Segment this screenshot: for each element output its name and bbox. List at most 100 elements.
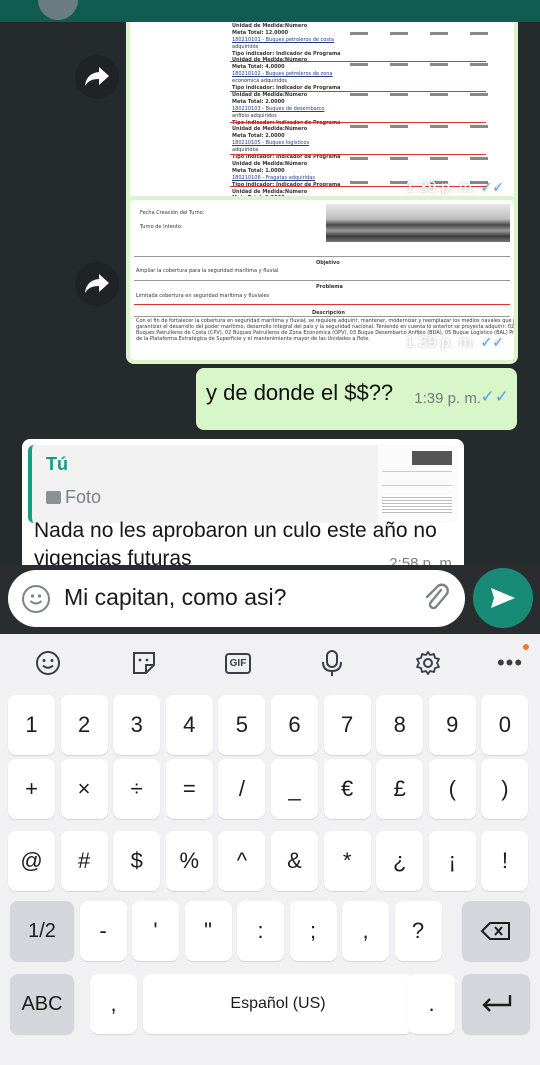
table-cell (390, 125, 408, 128)
message-time: 1:39 p. m. ✓✓ (405, 179, 504, 196)
document-line: Meta Total: 1.0000 (232, 167, 285, 174)
key-symbol[interactable]: : (237, 901, 284, 961)
key-digit[interactable]: 6 (271, 695, 318, 755)
key-symbol[interactable]: # (60, 831, 108, 891)
table-cell (430, 32, 448, 35)
key-symbol[interactable]: ) (481, 759, 529, 819)
document-line: 180210102 - Buques petroleros de zona (232, 71, 333, 78)
key-symbol[interactable]: = (165, 759, 213, 819)
key-symbol[interactable]: ÷ (113, 759, 161, 819)
key-symbol[interactable]: € (323, 759, 371, 819)
more-options-icon[interactable]: ••• (495, 644, 529, 678)
gif-icon[interactable]: GIF (222, 648, 254, 678)
enter-key[interactable] (462, 974, 530, 1034)
table-cell (470, 63, 488, 66)
key-symbol[interactable]: + (8, 759, 55, 819)
document-line: Tipo indicador: Indicador de Programa (232, 50, 341, 57)
document-line: anfibio adquiridos (232, 112, 277, 119)
key-page-toggle[interactable]: 1/2 (10, 901, 74, 961)
key-symbol[interactable]: * (323, 831, 371, 891)
key-symbol[interactable]: / (218, 759, 266, 819)
table-cell (430, 93, 448, 96)
table-rule (230, 122, 486, 123)
incoming-message[interactable]: Tú Foto Nada no les aprobaron un culo es… (22, 439, 464, 565)
forward-icon[interactable] (75, 262, 119, 306)
key-symbol[interactable]: ; (289, 901, 337, 961)
microphone-icon[interactable] (317, 648, 347, 678)
key-symbol[interactable]: ¿ (376, 831, 424, 891)
message-input[interactable]: Mi capitan, como asi? (64, 584, 286, 611)
comma-key[interactable]: , (90, 974, 137, 1034)
key-symbol[interactable]: @ (8, 831, 55, 891)
period-key[interactable]: . (408, 974, 455, 1034)
key-symbol[interactable]: £ (376, 759, 424, 819)
key-symbol[interactable]: - (79, 901, 127, 961)
table-cell (350, 32, 368, 35)
chat-area[interactable]: Tipo indicador: Indicador de Programa Uni… (0, 22, 540, 565)
abc-key[interactable]: ABC (10, 974, 74, 1034)
key-symbol[interactable]: % (165, 831, 213, 891)
document-text: Objetivo (316, 260, 340, 266)
document-line: Meta Total: 2.0000 (232, 133, 285, 140)
key-symbol[interactable]: ? (394, 901, 442, 961)
key-symbol[interactable]: ^ (218, 831, 266, 891)
document-line: 180210103 - Buques de desembarco (232, 105, 325, 112)
key-digit[interactable]: 1 (8, 695, 55, 755)
backspace-key[interactable] (462, 901, 530, 961)
settings-icon[interactable] (413, 648, 443, 678)
key-symbol[interactable]: ( (428, 759, 476, 819)
table-rule (134, 316, 510, 317)
key-symbol[interactable]: , (342, 901, 389, 961)
key-digit[interactable]: 5 (218, 695, 266, 755)
read-ticks-icon: ✓✓ (480, 387, 510, 406)
key-symbol[interactable]: ' (132, 901, 179, 961)
key-symbol[interactable]: & (271, 831, 318, 891)
message-time: 2:58 p. m. (389, 555, 456, 565)
quote-type: Foto (46, 487, 101, 508)
key-symbol[interactable]: ¡ (428, 831, 476, 891)
table-rule (134, 304, 510, 305)
document-line: Unidad de Medida:Número (232, 91, 308, 98)
document-line: Meta Total: 4.0000 (232, 64, 285, 71)
key-symbol[interactable]: _ (271, 759, 318, 819)
quoted-message[interactable]: Tú Foto (28, 445, 458, 523)
read-ticks-icon: ✓✓ (480, 334, 504, 350)
message-time: 1:39 p. m. (414, 390, 481, 407)
key-digit[interactable]: 4 (165, 695, 213, 755)
document-line: Unidad de Medida:Número (232, 188, 308, 195)
key-digit[interactable]: 9 (428, 695, 476, 755)
key-symbol[interactable]: $ (113, 831, 161, 891)
outgoing-message[interactable]: y de donde el $$?? 1:39 p. m. ✓✓ (196, 368, 517, 430)
read-ticks-icon: ✓✓ (480, 179, 504, 195)
space-key[interactable]: Español (US) (143, 974, 413, 1034)
send-icon (491, 588, 515, 608)
emoji-icon[interactable] (33, 648, 63, 678)
key-digit[interactable]: 8 (376, 695, 424, 755)
attach-icon[interactable] (421, 583, 451, 613)
table-cell (350, 63, 368, 66)
send-button[interactable] (473, 568, 533, 628)
key-symbol[interactable]: " (184, 901, 232, 961)
key-digit[interactable]: 2 (60, 695, 108, 755)
document-line: 180210106 - Fragatas adquiridas (232, 174, 315, 181)
contact-avatar[interactable] (38, 0, 78, 20)
message-text: y de donde el $$?? (206, 380, 394, 405)
key-symbol[interactable]: ! (481, 831, 529, 891)
keyboard[interactable]: GIF ••• 1 + @2 × #3 ÷ $4 =% 5/ ^ 6 _ & 7 € * 8 £ ¿ 9( ¡ 0)! 1/… (0, 634, 540, 1065)
key-digit[interactable]: 7 (323, 695, 371, 755)
document-line: 180210101 - Buques petroleros de costa (232, 36, 334, 43)
key-digit[interactable]: 3 (113, 695, 161, 755)
key-symbol[interactable]: × (60, 759, 108, 819)
quote-thumbnail (378, 445, 458, 523)
image-message-1[interactable]: Tipo indicador: Indicador de Programa Uni… (126, 22, 518, 214)
message-composer[interactable]: Mi capitan, como asi? (8, 570, 465, 627)
key-digit[interactable]: 0 (481, 695, 529, 755)
emoji-icon[interactable] (22, 585, 50, 613)
table-cell (470, 93, 488, 96)
table-rule (230, 61, 486, 62)
image-message-2[interactable]: Fecha Creación del Turno: Turno de Intent… (126, 196, 518, 364)
forward-icon[interactable] (75, 55, 119, 99)
table-cell (470, 157, 488, 160)
sticker-icon[interactable] (129, 648, 159, 678)
chat-header (0, 0, 540, 22)
